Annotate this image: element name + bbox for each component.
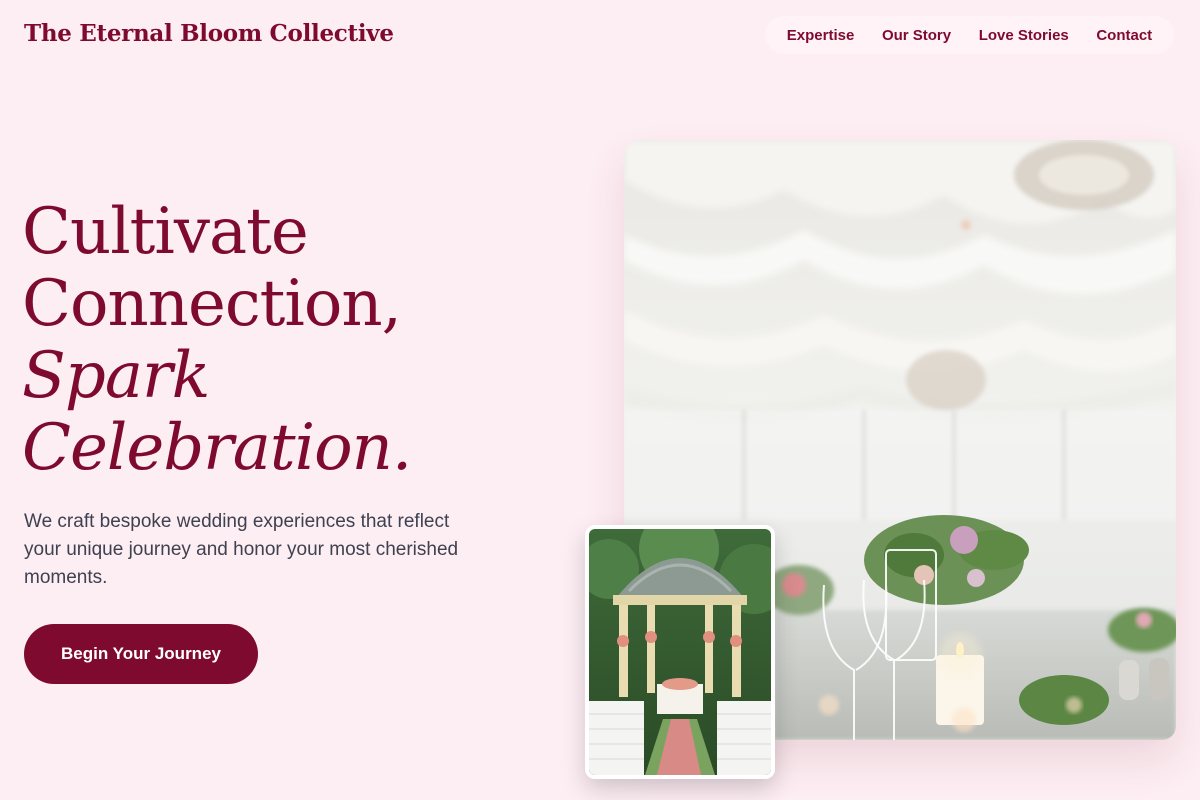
nav-contact[interactable]: Contact	[1096, 27, 1152, 44]
nav-our-story[interactable]: Our Story	[882, 27, 951, 44]
nav-love-stories[interactable]: Love Stories	[979, 27, 1069, 44]
main-nav: Expertise Our Story Love Stories Contact	[765, 16, 1174, 54]
brand-logo[interactable]: The Eternal Bloom Collective	[24, 20, 394, 47]
hero-secondary-image	[585, 525, 775, 779]
headline-line-4: Celebration.	[22, 411, 412, 485]
hero-headline: Cultivate Connection, Spark Celebration.	[22, 195, 412, 485]
headline-line-3: Spark	[22, 339, 210, 413]
nav-expertise[interactable]: Expertise	[787, 27, 855, 44]
headline-line-1: Cultivate	[22, 195, 309, 269]
headline-line-2: Connection,	[22, 267, 402, 341]
hero-description: We craft bespoke wedding experiences tha…	[24, 511, 459, 588]
begin-journey-button[interactable]: Begin Your Journey	[24, 624, 258, 684]
